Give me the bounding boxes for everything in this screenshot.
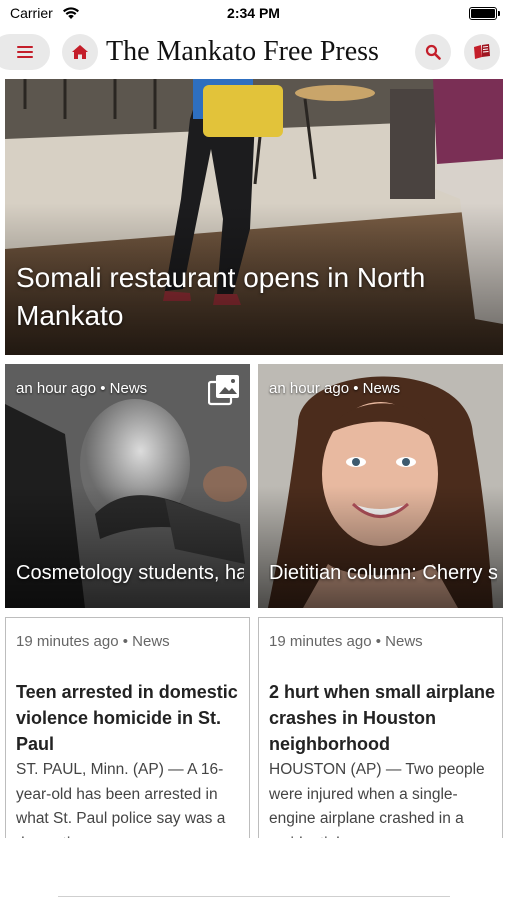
gallery-icon — [207, 374, 240, 411]
story-headline: Dietitian column: Cherry season is he... — [269, 562, 497, 584]
app-header: The Mankato Free Press — [0, 30, 507, 76]
menu-icon — [17, 46, 33, 58]
home-icon — [72, 45, 88, 59]
hero-story-card[interactable]: Somali restaurant opens in North Mankato — [5, 79, 503, 355]
replica-button[interactable] — [464, 34, 500, 70]
story-card-houston[interactable]: 19 minutes ago • News 2 hurt when small … — [258, 617, 503, 857]
story-meta: 19 minutes ago • News — [269, 633, 423, 650]
search-button[interactable] — [415, 34, 451, 70]
story-meta: an hour ago • News — [269, 380, 401, 397]
story-headline: 2 hurt when small airplane crashes in Ho… — [269, 682, 496, 754]
story-headline: Teen arrested in domestic violence homic… — [16, 682, 238, 754]
masthead-title[interactable]: The Mankato Free Press — [106, 34, 406, 70]
home-indicator[interactable] — [58, 896, 450, 897]
story-headline: Cosmetology students, hairstylist... — [16, 562, 244, 584]
menu-button[interactable] — [0, 34, 50, 70]
clock-time: 2:34 PM — [227, 5, 280, 21]
status-bar: Carrier 2:34 PM — [0, 0, 507, 28]
story-meta: an hour ago • News — [16, 380, 148, 397]
story-card-st-paul[interactable]: 19 minutes ago • News Teen arrested in d… — [5, 617, 250, 857]
story-card-cosmetology[interactable]: an hour ago • News Cosmetology students,… — [5, 364, 250, 608]
battery-icon — [469, 7, 500, 20]
replica-icon — [474, 44, 490, 59]
home-button[interactable] — [62, 34, 98, 70]
search-icon — [425, 44, 441, 60]
hero-headline: Somali restaurant opens in North Mankato — [16, 262, 426, 331]
story-meta: 19 minutes ago • News — [16, 633, 170, 650]
bottom-safe-area — [0, 838, 507, 900]
story-card-dietitian[interactable]: an hour ago • News Dietitian column: Che… — [258, 364, 503, 608]
